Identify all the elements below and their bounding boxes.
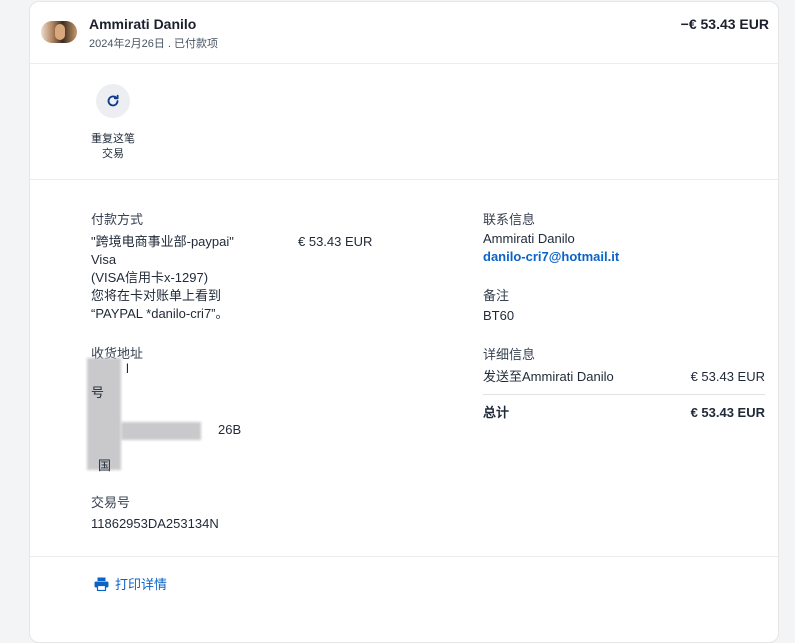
- payment-card-type: Visa: [91, 252, 117, 267]
- redacted-address-line: [121, 422, 201, 440]
- total-amount: € 53.43 EUR: [690, 405, 765, 420]
- payment-merchant: "跨境电商事业部-paypai": [91, 234, 234, 249]
- actions-section: 重复这笔交易: [30, 64, 778, 180]
- shipping-address-partial-3: 26B: [218, 422, 242, 437]
- repeat-transaction-button[interactable]: [96, 84, 130, 118]
- contact-name: Ammirati Danilo: [483, 231, 575, 246]
- shipping-address-partial-1: l: [126, 361, 129, 376]
- details-title: 详细信息: [483, 347, 536, 362]
- ship-to-label: 发送至Ammirati Danilo: [483, 369, 614, 384]
- print-details-link[interactable]: 打印详情: [94, 574, 167, 593]
- payee-name: Ammirati Danilo: [89, 16, 197, 32]
- transaction-id-title: 交易号: [91, 495, 131, 510]
- transaction-amount: −€ 53.43 EUR: [680, 16, 769, 32]
- contact-info-title: 联系信息: [483, 212, 536, 227]
- details-divider: [483, 394, 765, 395]
- note-value: BT60: [483, 308, 515, 323]
- shipping-address-partial-2: 号: [91, 385, 105, 400]
- contact-email-link[interactable]: danilo-cri7@hotmail.it: [483, 248, 619, 266]
- payment-amount: € 53.43 EUR: [298, 234, 373, 249]
- refresh-icon: [107, 94, 119, 107]
- repeat-transaction-label[interactable]: 重复这笔交易: [86, 132, 140, 162]
- total-label: 总计: [483, 405, 510, 420]
- transaction-header: Ammirati Danilo 2024年2月26日 . 已付款项 −€ 53.…: [30, 2, 778, 64]
- note-title: 备注: [483, 288, 510, 303]
- transaction-id[interactable]: 11862953DA253134N: [91, 515, 219, 533]
- printer-icon: [94, 577, 109, 591]
- payment-statement-note: 您将在卡对账单上看到: [91, 288, 222, 303]
- print-details-label[interactable]: 打印详情: [115, 574, 167, 593]
- payment-method-title: 付款方式: [91, 212, 144, 227]
- ship-to-amount: € 53.43 EUR: [690, 369, 765, 384]
- footer-divider: [30, 556, 778, 557]
- redacted-address-block: [87, 358, 121, 470]
- transaction-card: Ammirati Danilo 2024年2月26日 . 已付款项 −€ 53.…: [29, 1, 779, 643]
- avatar: [41, 21, 77, 43]
- transaction-date-status: 2024年2月26日 . 已付款项: [89, 38, 218, 50]
- payment-statement-descriptor: “PAYPAL *danilo-cri7”。: [91, 306, 229, 321]
- shipping-address-partial-4: 国: [98, 458, 112, 473]
- payment-card-number: (VISA信用卡x-1297): [91, 270, 209, 285]
